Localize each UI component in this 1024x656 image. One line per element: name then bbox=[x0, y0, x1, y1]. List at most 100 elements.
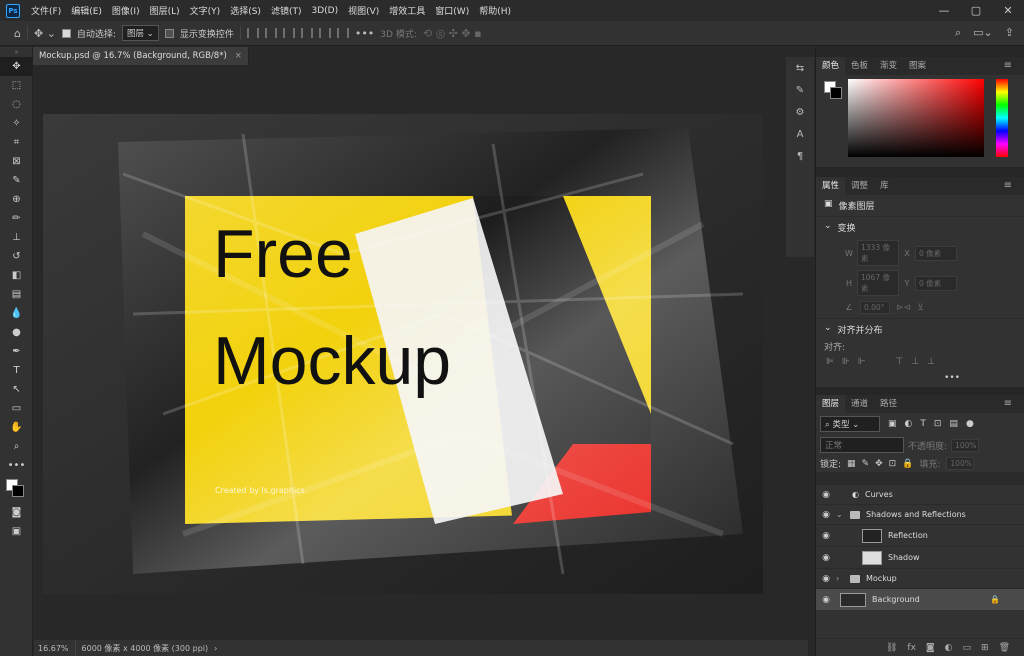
show-transform-checkbox[interactable] bbox=[164, 28, 174, 38]
height-field[interactable]: 1067 像素 bbox=[857, 270, 899, 296]
history-panel-icon[interactable]: ⇆ bbox=[786, 57, 814, 79]
layer-row-shadow[interactable]: ◉ Shadow bbox=[816, 546, 1024, 568]
visibility-eye-icon[interactable]: ◉ bbox=[816, 553, 836, 563]
transform-section-header[interactable]: ⌄ 变换 bbox=[816, 217, 1024, 238]
lock-all-icon[interactable]: 🔒 bbox=[902, 459, 913, 469]
collapse-icon[interactable]: » bbox=[0, 47, 33, 57]
3d-rotate-icon[interactable]: ⟲ ◎ ✣ ✥ ▪ bbox=[423, 27, 482, 40]
tab-channels[interactable]: 通道 bbox=[845, 395, 874, 413]
menu-layer[interactable]: 图层(L) bbox=[145, 4, 185, 17]
fx-icon[interactable]: fx bbox=[907, 643, 916, 653]
color-picker[interactable] bbox=[816, 75, 1024, 167]
home-icon[interactable]: ⌂ bbox=[14, 27, 21, 40]
panel-menu-icon[interactable]: ≡ bbox=[998, 177, 1018, 195]
menu-select[interactable]: 选择(S) bbox=[225, 4, 266, 17]
menu-3d[interactable]: 3D(D) bbox=[306, 6, 343, 16]
hand-tool-icon[interactable]: ✋ bbox=[0, 418, 33, 437]
visibility-eye-icon[interactable]: ◉ bbox=[816, 490, 836, 500]
align-right-edges-icon[interactable]: ⊩ bbox=[858, 357, 866, 367]
align-bottom-edges-icon[interactable]: ⊥ bbox=[927, 357, 935, 367]
menu-help[interactable]: 帮助(H) bbox=[474, 4, 516, 17]
lasso-tool-icon[interactable]: ◌ bbox=[0, 95, 33, 114]
background-color-swatch[interactable] bbox=[12, 485, 24, 497]
gradient-tool-icon[interactable]: ▤ bbox=[0, 285, 33, 304]
layer-row-mockup[interactable]: ◉ › Mockup bbox=[816, 568, 1024, 588]
filter-shape-icon[interactable]: ⊡ bbox=[934, 419, 942, 429]
layer-row-background[interactable]: ◉ Background 🔒 bbox=[816, 588, 1024, 610]
y-field[interactable]: 0 像素 bbox=[915, 275, 957, 291]
document-tab[interactable]: Mockup.psd @ 16.7% (Background, RGB/8*) … bbox=[33, 47, 249, 65]
path-select-tool-icon[interactable]: ↖ bbox=[0, 380, 33, 399]
layer-kind-filter[interactable]: ⌕ 类型 ⌄ bbox=[820, 416, 880, 432]
visibility-eye-icon[interactable]: ◉ bbox=[816, 531, 836, 541]
search-icon[interactable]: ⌕ bbox=[955, 26, 961, 40]
align-left-edges-icon[interactable]: ⊫ bbox=[826, 357, 834, 367]
pen-tool-icon[interactable]: ✒ bbox=[0, 342, 33, 361]
status-menu-icon[interactable]: › bbox=[214, 644, 217, 653]
history-brush-tool-icon[interactable]: ↺ bbox=[0, 247, 33, 266]
link-layers-icon[interactable]: ⛓ bbox=[886, 643, 897, 653]
auto-select-checkbox[interactable] bbox=[61, 28, 71, 38]
brush-settings-icon[interactable]: ✎ bbox=[786, 79, 814, 101]
move-tool-icon[interactable]: ✥ bbox=[0, 57, 33, 76]
brush-tool-icon[interactable]: ✏ bbox=[0, 209, 33, 228]
layer-row-curves[interactable]: ◉ ◐ Curves bbox=[816, 484, 1024, 504]
menu-window[interactable]: 窗口(W) bbox=[430, 4, 474, 17]
align-section-header[interactable]: ⌄ 对齐并分布 bbox=[816, 319, 1024, 340]
add-mask-icon[interactable]: ◙ bbox=[926, 643, 935, 653]
document-info[interactable]: 6000 像素 x 4000 像素 (300 ppi) bbox=[82, 643, 209, 654]
visibility-eye-icon[interactable]: ◉ bbox=[816, 574, 836, 584]
tab-color[interactable]: 颜色 bbox=[816, 57, 846, 75]
align-h-center-icon[interactable]: ⊪ bbox=[842, 357, 850, 367]
saturation-field[interactable] bbox=[848, 79, 984, 157]
background-swatch[interactable] bbox=[830, 87, 842, 99]
auto-select-target-dropdown[interactable]: 图层 ⌄ bbox=[121, 25, 159, 41]
crop-tool-icon[interactable]: ⌗ bbox=[0, 133, 33, 152]
new-layer-icon[interactable]: ⊞ bbox=[981, 643, 989, 653]
lock-icon[interactable]: 🔒 bbox=[990, 595, 1000, 604]
lock-image-icon[interactable]: ✎ bbox=[862, 459, 870, 469]
tab-adjustments[interactable]: 调整 bbox=[845, 177, 874, 195]
healing-brush-tool-icon[interactable]: ⊕ bbox=[0, 190, 33, 209]
character-panel-icon[interactable]: A bbox=[786, 123, 814, 145]
panel-menu-icon[interactable]: ≡ bbox=[998, 57, 1018, 75]
new-group-icon[interactable]: ▭ bbox=[963, 643, 972, 653]
delete-layer-icon[interactable]: 🗑 bbox=[999, 643, 1010, 653]
paragraph-panel-icon[interactable]: ¶ bbox=[786, 145, 814, 167]
tab-properties[interactable]: 属性 bbox=[816, 177, 846, 195]
visibility-eye-icon[interactable]: ◉ bbox=[816, 595, 836, 605]
align-left-icon[interactable] bbox=[246, 28, 259, 38]
menu-file[interactable]: 文件(F) bbox=[26, 4, 66, 17]
tab-patterns[interactable]: 图案 bbox=[903, 57, 932, 75]
panel-menu-icon[interactable]: ≡ bbox=[998, 395, 1018, 413]
tab-paths[interactable]: 路径 bbox=[874, 395, 903, 413]
angle-field[interactable]: 0.00° bbox=[860, 301, 890, 314]
maximize-button[interactable]: ▢ bbox=[960, 0, 992, 21]
close-tab-icon[interactable]: × bbox=[235, 51, 242, 61]
workspace-icon[interactable]: ▭⌄ bbox=[973, 26, 993, 40]
menu-type[interactable]: 文字(Y) bbox=[185, 4, 226, 17]
filter-type-icon[interactable]: T bbox=[920, 419, 926, 429]
close-window-button[interactable]: ✕ bbox=[992, 0, 1024, 21]
zoom-tool-icon[interactable]: ⌕ bbox=[0, 437, 33, 456]
share-icon[interactable]: ⇪ bbox=[1005, 26, 1014, 40]
flip-vertical-icon[interactable]: ⊻ bbox=[917, 303, 924, 313]
blur-tool-icon[interactable]: 💧 bbox=[0, 304, 33, 323]
marquee-tool-icon[interactable]: ⬚ bbox=[0, 76, 33, 95]
menu-plugins[interactable]: 增效工具 bbox=[384, 4, 430, 17]
eyedropper-tool-icon[interactable]: ✎ bbox=[0, 171, 33, 190]
lock-artboard-icon[interactable]: ⊡ bbox=[889, 459, 897, 469]
new-adjustment-icon[interactable]: ◐ bbox=[945, 643, 953, 653]
lock-transparent-icon[interactable]: ▦ bbox=[847, 459, 856, 469]
layer-row-shadows-reflections[interactable]: ◉ ⌄ Shadows and Reflections bbox=[816, 504, 1024, 524]
menu-edit[interactable]: 编辑(E) bbox=[66, 4, 107, 17]
filter-pixel-icon[interactable]: ▣ bbox=[888, 419, 897, 429]
fill-field[interactable]: 100% bbox=[946, 457, 975, 470]
screen-mode-icon[interactable]: ▣ bbox=[0, 522, 33, 541]
more-align-options[interactable]: ••• bbox=[816, 371, 1024, 387]
align-bottom-icon[interactable] bbox=[336, 28, 349, 38]
menu-filter[interactable]: 滤镜(T) bbox=[266, 4, 307, 17]
move-tool-icon[interactable]: ✥ ⌄ bbox=[34, 27, 56, 40]
color-swatches[interactable] bbox=[0, 475, 33, 503]
width-field[interactable]: 1333 像素 bbox=[857, 240, 899, 266]
